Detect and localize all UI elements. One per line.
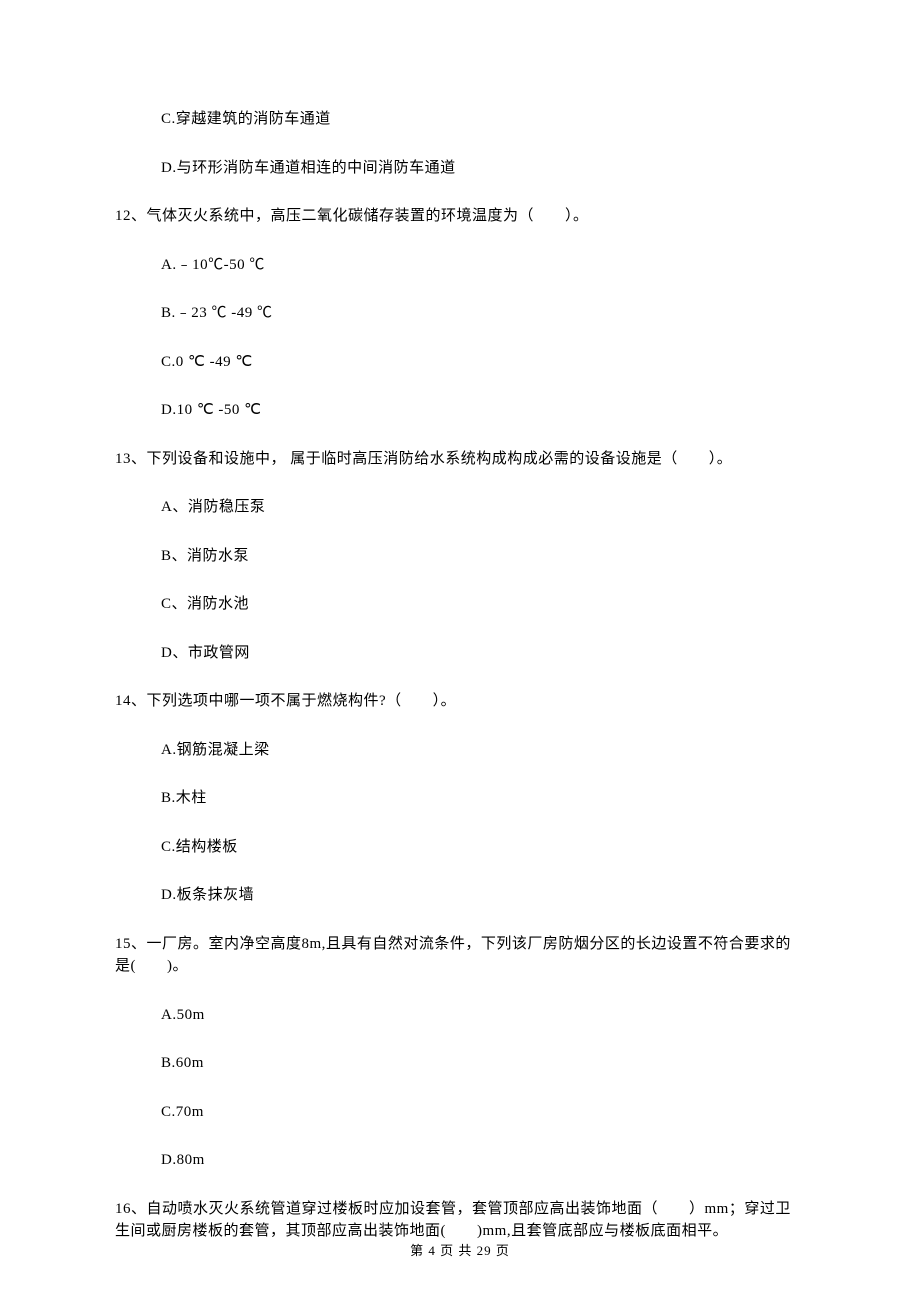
q15-option-a: A.50m — [115, 1004, 805, 1027]
q13-option-b: B、消防水泵 — [115, 545, 805, 568]
q12-option-c: C.0 ℃ -49 ℃ — [115, 351, 805, 374]
q13-stem: 13、下列设备和设施中， 属于临时高压消防给水系统构成构成必需的设备设施是（ ）… — [115, 448, 805, 471]
q12-option-d: D.10 ℃ -50 ℃ — [115, 399, 805, 422]
q14-option-d: D.板条抹灰墙 — [115, 884, 805, 907]
q13-option-c: C、消防水池 — [115, 593, 805, 616]
q12-stem: 12、气体灭火系统中，高压二氧化碳储存装置的环境温度为（ ）。 — [115, 205, 805, 228]
q15-option-b: B.60m — [115, 1052, 805, 1075]
q15-option-c: C.70m — [115, 1101, 805, 1124]
q13-option-d: D、市政管网 — [115, 642, 805, 665]
q14-stem: 14、下列选项中哪一项不属于燃烧构件?（ ）。 — [115, 690, 805, 713]
q15-stem: 15、一厂房。室内净空高度8m,且具有自然对流条件，下列该厂房防烟分区的长边设置… — [115, 933, 805, 978]
q15-option-d: D.80m — [115, 1149, 805, 1172]
q14-option-c: C.结构楼板 — [115, 836, 805, 859]
page-footer: 第 4 页 共 29 页 — [0, 1241, 920, 1261]
q12-option-b: B.﹣23 ℃ -49 ℃ — [115, 302, 805, 325]
q12-option-a: A.﹣10℃-50 ℃ — [115, 254, 805, 277]
q11-option-d: D.与环形消防车通道相连的中间消防车通道 — [115, 157, 805, 180]
q14-option-a: A.钢筋混凝上梁 — [115, 739, 805, 762]
q11-option-c: C.穿越建筑的消防车通道 — [115, 108, 805, 131]
q14-option-b: B.木柱 — [115, 787, 805, 810]
q13-option-a: A、消防稳压泵 — [115, 496, 805, 519]
q16-stem: 16、自动喷水灭火系统管道穿过楼板时应加设套管，套管顶部应高出装饰地面（ ）mm… — [115, 1198, 805, 1243]
